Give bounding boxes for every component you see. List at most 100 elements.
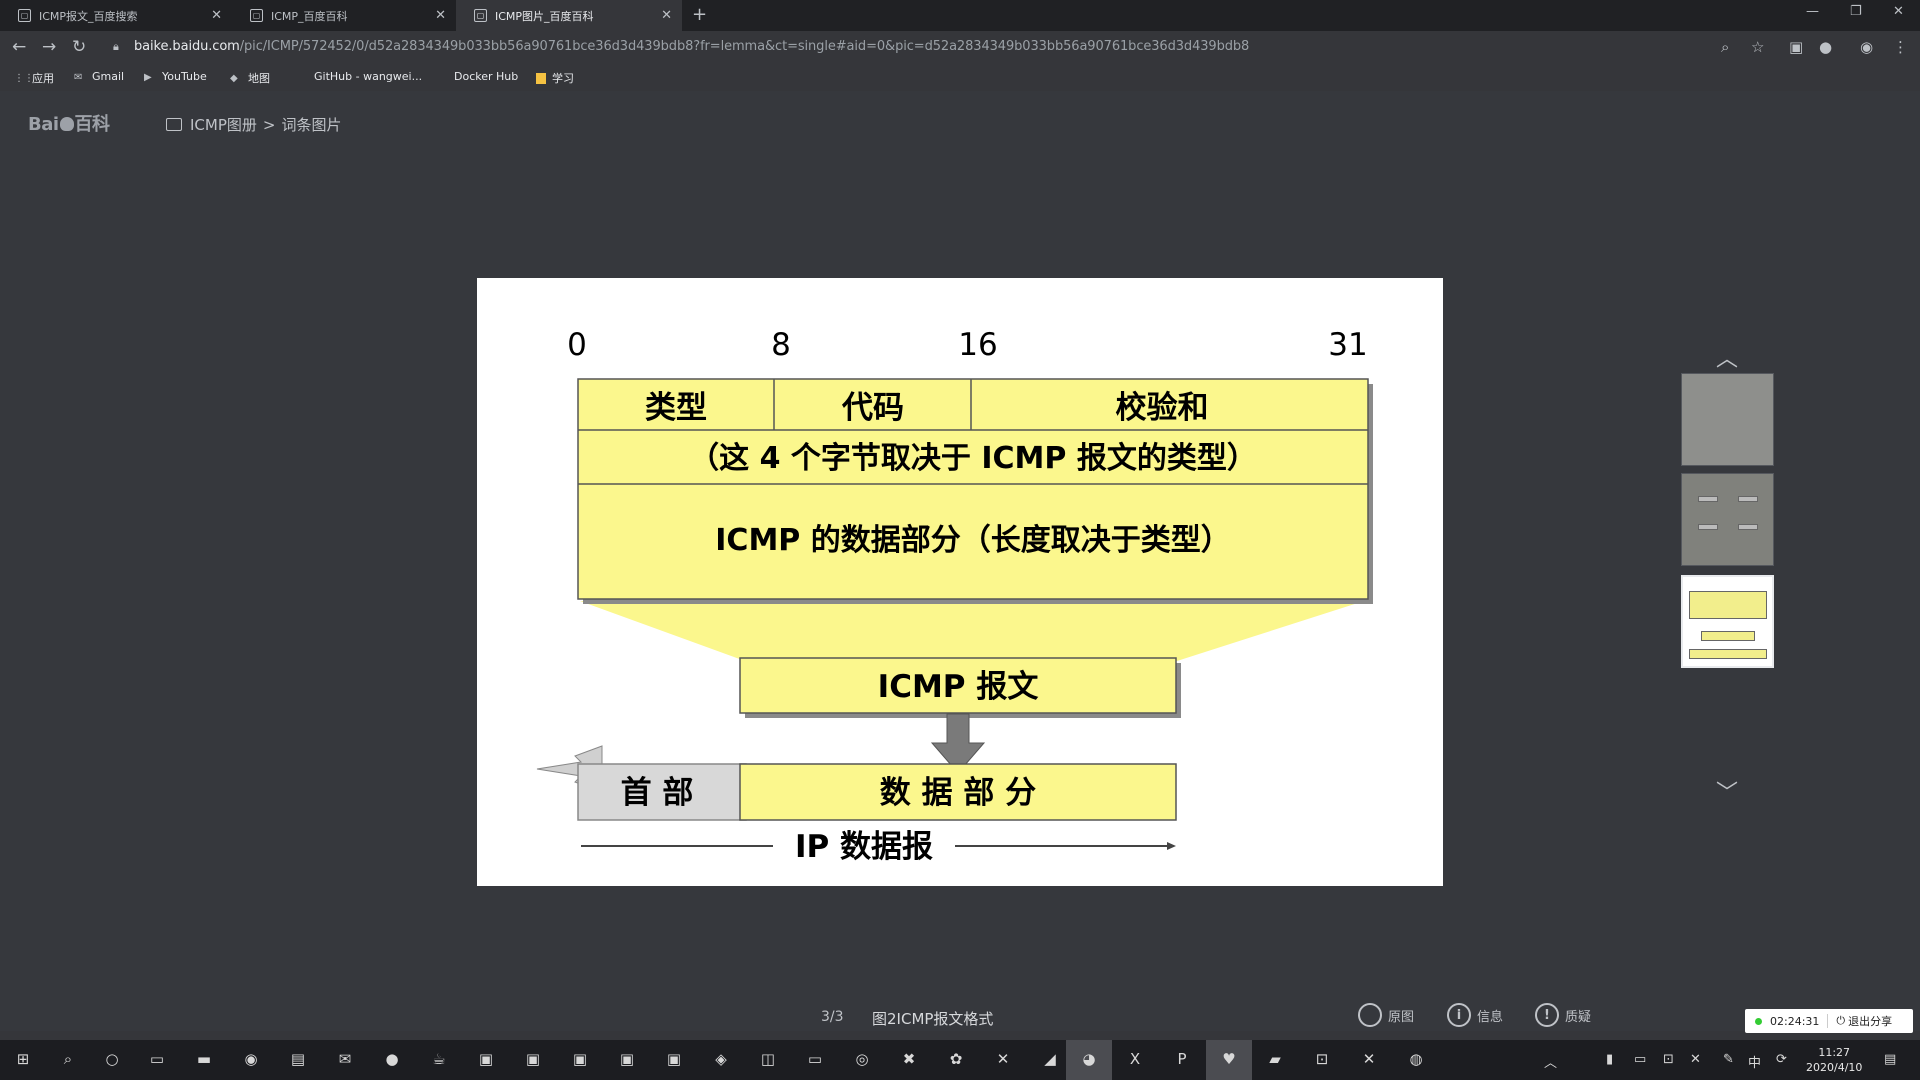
windows-start-icon[interactable]: ⊞ — [12, 1050, 34, 1070]
intellij-icon[interactable]: ▣ — [522, 1050, 544, 1070]
restore-icon[interactable]: ❐ — [1850, 4, 1862, 19]
browser-app-icon[interactable]: ● — [381, 1050, 403, 1070]
field-type: 类型 — [645, 390, 707, 426]
vscode-icon[interactable]: ◈ — [710, 1050, 732, 1070]
chevron-down-icon[interactable]: ﹀ — [1716, 775, 1738, 807]
file-explorer-icon[interactable]: ▬ — [193, 1050, 215, 1070]
chevron-up-icon[interactable]: ︿ — [1716, 341, 1738, 373]
bookmark-github[interactable]: GitHub - wangwei... — [296, 70, 422, 83]
powerpoint-icon[interactable]: P — [1171, 1050, 1193, 1070]
span-arrowhead — [1167, 842, 1176, 850]
wechat-icon[interactable]: ◕ — [1066, 1040, 1112, 1080]
ime-indicator[interactable]: 中 — [1748, 1052, 1761, 1071]
bookmark-docker-hub[interactable]: Docker Hub — [436, 70, 518, 83]
pycharm-icon[interactable]: ▣ — [616, 1050, 638, 1070]
extension-circle-icon[interactable]: ● — [1819, 38, 1832, 56]
bookmark-study-folder[interactable]: 学习 — [536, 70, 574, 86]
baidu-favicon-icon: ▢ — [474, 9, 487, 22]
browser-toolbar: ← → ↻ 🔒︎ baike.baidu.com/pic/ICMP/572452… — [0, 31, 1920, 65]
forward-icon[interactable]: → — [42, 37, 56, 57]
url-path: /pic/ICMP/572452/0/d52a2834349b033bb56a9… — [239, 39, 1250, 54]
store-icon[interactable]: ▤ — [287, 1050, 309, 1070]
tab-icmp-baike[interactable]: ▢ ICMP_百度百科 ✕ — [232, 0, 456, 31]
screen-share-widget: 02:24:31 ⏻ 退出分享 — [1745, 1009, 1913, 1033]
java-icon[interactable]: ☕ — [428, 1050, 450, 1070]
bookmark-gmail[interactable]: ✉ Gmail — [74, 70, 124, 83]
baidu-favicon-icon: ▢ — [250, 9, 263, 22]
reload-icon[interactable]: ↻ — [72, 37, 86, 57]
remote-desktop-icon[interactable]: ▭ — [804, 1050, 826, 1070]
taskbar-clock[interactable]: 11:27 2020/4/10 — [1806, 1045, 1862, 1075]
icmp-format-figure[interactable]: 0 8 16 31 类型 代码 校验和 （这 4 个字节取决于 ICMP 报文的… — [477, 278, 1443, 886]
gmail-icon: ✉ — [74, 71, 83, 83]
url-host: baike.baidu.com — [134, 39, 240, 54]
ip-header-label: 首 部 — [621, 775, 694, 811]
tab-title: ICMP报文_百度搜索 — [39, 9, 138, 23]
image-caption: 图2ICMP报文格式 — [872, 1010, 994, 1028]
volume-muted-icon[interactable]: ✕ — [1690, 1052, 1701, 1067]
new-tab-icon[interactable]: + — [692, 4, 707, 25]
network-tool-icon[interactable]: ◎ — [851, 1050, 873, 1070]
bookmark-maps[interactable]: ◆ 地图 — [230, 70, 270, 86]
battery-icon[interactable]: ▭ — [1634, 1052, 1646, 1067]
view-original-button[interactable]: 原图 — [1358, 1003, 1414, 1027]
thumbnail-2[interactable] — [1681, 473, 1774, 566]
magnifier-icon — [1358, 1003, 1382, 1027]
tab-icmp-pictures[interactable]: ▢ ICMP图片_百度百科 ✕ — [456, 0, 682, 31]
tray-expand-icon[interactable]: ︿ — [1544, 1052, 1557, 1071]
cortana-icon[interactable]: ○ — [101, 1050, 123, 1070]
github-icon — [296, 72, 308, 82]
baidu-baike-logo[interactable]: Bai 百科 — [28, 110, 110, 136]
chrome-icon[interactable]: ◉ — [240, 1050, 262, 1070]
pen-icon[interactable]: ✎ — [1723, 1052, 1734, 1067]
search-icon[interactable]: ⌕ — [57, 1050, 79, 1070]
profile-icon[interactable]: ◉ — [1860, 38, 1873, 56]
notification-icon[interactable]: ▤ — [1884, 1052, 1896, 1067]
bit-label-31: 31 — [1328, 327, 1367, 363]
close-window-icon[interactable]: ✕ — [1893, 4, 1904, 19]
microphone-icon[interactable]: ▮ — [1606, 1052, 1613, 1067]
bookmark-apps[interactable]: ⋮⋮ 应用 — [14, 70, 54, 86]
notes-icon[interactable]: ▰ — [1264, 1050, 1286, 1070]
bookmark-youtube[interactable]: ▶ YouTube — [144, 70, 207, 83]
menu-icon[interactable]: ⋮ — [1893, 38, 1908, 56]
thumbnail-1[interactable] — [1681, 373, 1774, 466]
xshell-icon[interactable]: ✖ — [898, 1050, 920, 1070]
back-icon[interactable]: ← — [12, 37, 26, 57]
report-button[interactable]: ! 质疑 — [1535, 1003, 1591, 1027]
goland-icon[interactable]: ▣ — [569, 1050, 591, 1070]
phpstorm-icon[interactable]: ▣ — [663, 1050, 685, 1070]
share-app-icon[interactable]: ♥ — [1206, 1040, 1252, 1080]
address-bar[interactable]: baike.baidu.com/pic/ICMP/572452/0/d52a28… — [134, 39, 1249, 54]
tab-icmp-search[interactable]: ▢ ICMP报文_百度搜索 ✕ — [0, 0, 232, 31]
breadcrumb-album[interactable]: ICMP图册 — [190, 114, 257, 135]
thumbnail-3-selected[interactable] — [1681, 575, 1774, 668]
exit-share-button[interactable]: 退出分享 — [1848, 1013, 1892, 1029]
close-tab-icon[interactable]: ✕ — [211, 8, 222, 23]
extension-icon[interactable]: ▣ — [1789, 38, 1803, 56]
mail-icon[interactable]: ✉ — [334, 1050, 356, 1070]
virtualbox-icon[interactable]: ◫ — [757, 1050, 779, 1070]
datagrip-icon[interactable]: ▣ — [475, 1050, 497, 1070]
terminal-icon[interactable]: ◢ — [1039, 1050, 1061, 1070]
close-tab-icon[interactable]: ✕ — [661, 8, 672, 23]
task-view-icon[interactable]: ▭ — [146, 1050, 168, 1070]
zoom-icon[interactable]: ⌕ — [1721, 38, 1729, 56]
folder-icon — [536, 72, 546, 84]
paint-icon[interactable]: ✿ — [945, 1050, 967, 1070]
info-button[interactable]: i 信息 — [1447, 1003, 1503, 1027]
tab-strip: ▢ ICMP报文_百度搜索 ✕ ▢ ICMP_百度百科 ✕ ▢ ICMP图片_百… — [0, 0, 1920, 31]
network-icon[interactable]: ⊡ — [1663, 1052, 1674, 1067]
excel-icon[interactable]: X — [1124, 1050, 1146, 1070]
xftp-icon[interactable]: ✕ — [992, 1050, 1014, 1070]
close-tab-icon[interactable]: ✕ — [435, 8, 446, 23]
screenshot-icon[interactable]: ⊡ — [1311, 1050, 1333, 1070]
breadcrumb-separator: > — [262, 115, 276, 134]
power-icon: ⏻ — [1836, 1014, 1846, 1027]
bookmark-star-icon[interactable]: ☆ — [1751, 38, 1764, 56]
minimize-icon[interactable]: — — [1806, 4, 1819, 19]
ip-data-label: 数 据 部 分 — [880, 775, 1036, 811]
tool-icon[interactable]: ✕ — [1358, 1050, 1380, 1070]
misc-app-icon[interactable]: ◍ — [1405, 1050, 1427, 1070]
sync-icon[interactable]: ⟳ — [1776, 1052, 1787, 1067]
